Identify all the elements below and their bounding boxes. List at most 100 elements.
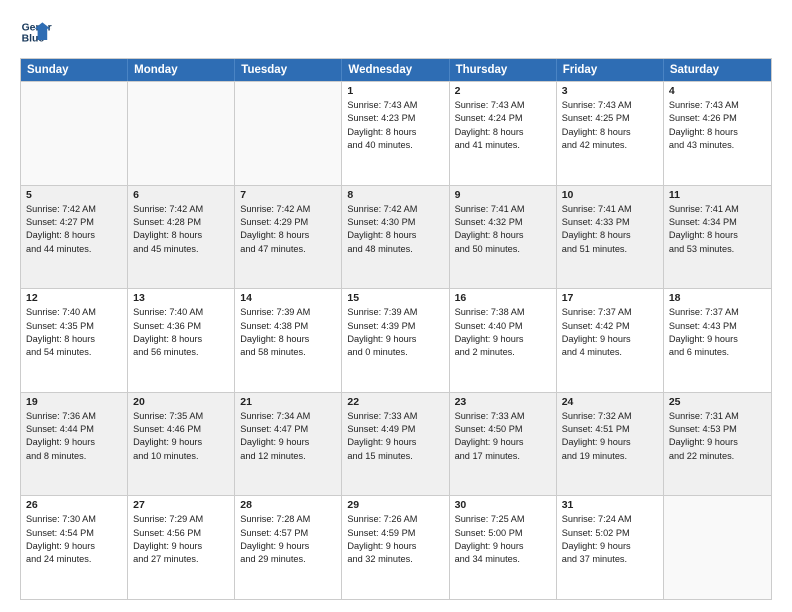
calendar-cell: 28Sunrise: 7:28 AMSunset: 4:57 PMDayligh…	[235, 496, 342, 599]
calendar-cell: 2Sunrise: 7:43 AMSunset: 4:24 PMDaylight…	[450, 82, 557, 185]
cell-line: Sunset: 4:29 PM	[240, 216, 336, 229]
calendar: SundayMondayTuesdayWednesdayThursdayFrid…	[20, 58, 772, 600]
cell-line: Daylight: 9 hours	[26, 436, 122, 449]
cell-line: and 0 minutes.	[347, 346, 443, 359]
cell-line: Sunset: 4:43 PM	[669, 320, 766, 333]
logo: General Blue	[20, 16, 52, 48]
cell-line: and 47 minutes.	[240, 243, 336, 256]
cell-line: Daylight: 8 hours	[562, 229, 658, 242]
cell-line: and 4 minutes.	[562, 346, 658, 359]
cell-line: Sunrise: 7:33 AM	[455, 410, 551, 423]
calendar-header-cell: Wednesday	[342, 59, 449, 81]
day-number: 13	[133, 292, 229, 304]
calendar-cell: 14Sunrise: 7:39 AMSunset: 4:38 PMDayligh…	[235, 289, 342, 392]
calendar-cell: 9Sunrise: 7:41 AMSunset: 4:32 PMDaylight…	[450, 186, 557, 289]
cell-line: Sunrise: 7:24 AM	[562, 513, 658, 526]
cell-line: Sunset: 5:00 PM	[455, 527, 551, 540]
cell-line: Daylight: 9 hours	[562, 540, 658, 553]
cell-line: Sunrise: 7:38 AM	[455, 306, 551, 319]
cell-line: and 44 minutes.	[26, 243, 122, 256]
cell-line: Daylight: 8 hours	[347, 229, 443, 242]
day-number: 18	[669, 292, 766, 304]
cell-line: Sunrise: 7:36 AM	[26, 410, 122, 423]
cell-line: Sunrise: 7:26 AM	[347, 513, 443, 526]
cell-line: Sunset: 4:54 PM	[26, 527, 122, 540]
calendar-cell: 18 Sunrise: 7:37 AMSunset: 4:43 PMDayligh…	[664, 289, 771, 392]
cell-line: Daylight: 9 hours	[455, 436, 551, 449]
cell-line: and 10 minutes.	[133, 450, 229, 463]
calendar-cell: 7Sunrise: 7:42 AMSunset: 4:29 PMDaylight…	[235, 186, 342, 289]
cell-line: Daylight: 9 hours	[669, 436, 766, 449]
calendar-cell: 31Sunrise: 7:24 AMSunset: 5:02 PMDayligh…	[557, 496, 664, 599]
calendar-cell: 22Sunrise: 7:33 AMSunset: 4:49 PMDayligh…	[342, 393, 449, 496]
cell-line: Sunrise: 7:43 AM	[669, 99, 766, 112]
cell-line: Sunset: 4:44 PM	[26, 423, 122, 436]
day-number: 15	[347, 292, 443, 304]
cell-line: Sunrise: 7:30 AM	[26, 513, 122, 526]
cell-line: Sunrise: 7:35 AM	[133, 410, 229, 423]
calendar-cell: 24Sunrise: 7:32 AMSunset: 4:51 PMDayligh…	[557, 393, 664, 496]
cell-line: Sunrise: 7:41 AM	[455, 203, 551, 216]
calendar-cell: 27Sunrise: 7:29 AMSunset: 4:56 PMDayligh…	[128, 496, 235, 599]
cell-line: Daylight: 8 hours	[26, 333, 122, 346]
cell-line: Sunrise: 7:29 AM	[133, 513, 229, 526]
cell-line: Sunset: 4:50 PM	[455, 423, 551, 436]
cell-line: Sunset: 4:25 PM	[562, 112, 658, 125]
calendar-cell	[21, 82, 128, 185]
calendar-cell: 23Sunrise: 7:33 AMSunset: 4:50 PMDayligh…	[450, 393, 557, 496]
calendar-header-cell: Friday	[557, 59, 664, 81]
calendar-header-cell: Monday	[128, 59, 235, 81]
cell-line: Sunrise: 7:40 AM	[26, 306, 122, 319]
cell-line: Sunrise: 7:43 AM	[562, 99, 658, 112]
cell-line: Daylight: 8 hours	[347, 126, 443, 139]
calendar-cell: 16Sunrise: 7:38 AMSunset: 4:40 PMDayligh…	[450, 289, 557, 392]
calendar-cell: 13Sunrise: 7:40 AMSunset: 4:36 PMDayligh…	[128, 289, 235, 392]
cell-line: Sunset: 4:47 PM	[240, 423, 336, 436]
cell-line: Daylight: 9 hours	[562, 333, 658, 346]
cell-line: Sunset: 4:30 PM	[347, 216, 443, 229]
calendar-cell: 30Sunrise: 7:25 AMSunset: 5:00 PMDayligh…	[450, 496, 557, 599]
page: General Blue SundayMondayTuesdayWednesda…	[0, 0, 792, 612]
cell-line: Sunrise: 7:39 AM	[240, 306, 336, 319]
day-number: 8	[347, 189, 443, 201]
cell-line: Daylight: 9 hours	[347, 540, 443, 553]
cell-line: Daylight: 9 hours	[562, 436, 658, 449]
calendar-cell: 11Sunrise: 7:41 AMSunset: 4:34 PMDayligh…	[664, 186, 771, 289]
cell-line: Sunset: 4:49 PM	[347, 423, 443, 436]
day-number: 11	[669, 189, 766, 201]
day-number: 4	[669, 85, 766, 97]
cell-line: and 40 minutes.	[347, 139, 443, 152]
cell-line: and 8 minutes.	[26, 450, 122, 463]
cell-line: Daylight: 9 hours	[669, 333, 766, 346]
day-number: 14	[240, 292, 336, 304]
cell-line: and 12 minutes.	[240, 450, 336, 463]
cell-line: Daylight: 9 hours	[26, 540, 122, 553]
cell-line: Daylight: 8 hours	[455, 126, 551, 139]
cell-line: Sunset: 4:46 PM	[133, 423, 229, 436]
cell-line: and 48 minutes.	[347, 243, 443, 256]
calendar-row: 26Sunrise: 7:30 AMSunset: 4:54 PMDayligh…	[21, 495, 771, 599]
cell-line: Sunrise: 7:37 AM	[669, 306, 766, 319]
cell-line: and 43 minutes.	[669, 139, 766, 152]
calendar-cell: 15Sunrise: 7:39 AMSunset: 4:39 PMDayligh…	[342, 289, 449, 392]
cell-line: Sunset: 4:53 PM	[669, 423, 766, 436]
cell-line: Sunset: 4:42 PM	[562, 320, 658, 333]
cell-line: and 22 minutes.	[669, 450, 766, 463]
cell-line: Sunset: 4:27 PM	[26, 216, 122, 229]
logo-icon: General Blue	[20, 16, 52, 48]
calendar-body: 1Sunrise: 7:43 AMSunset: 4:23 PMDaylight…	[21, 81, 771, 599]
cell-line: Sunset: 4:34 PM	[669, 216, 766, 229]
day-number: 22	[347, 396, 443, 408]
cell-line: and 34 minutes.	[455, 553, 551, 566]
day-number: 25	[669, 396, 766, 408]
cell-line: Daylight: 8 hours	[133, 229, 229, 242]
cell-line: Sunset: 4:39 PM	[347, 320, 443, 333]
cell-line: and 17 minutes.	[455, 450, 551, 463]
cell-line: Sunrise: 7:41 AM	[669, 203, 766, 216]
cell-line: and 53 minutes.	[669, 243, 766, 256]
cell-line: and 56 minutes.	[133, 346, 229, 359]
calendar-row: 19Sunrise: 7:36 AMSunset: 4:44 PMDayligh…	[21, 392, 771, 496]
cell-line: Sunrise: 7:41 AM	[562, 203, 658, 216]
calendar-row: 1Sunrise: 7:43 AMSunset: 4:23 PMDaylight…	[21, 81, 771, 185]
cell-line: Daylight: 8 hours	[562, 126, 658, 139]
